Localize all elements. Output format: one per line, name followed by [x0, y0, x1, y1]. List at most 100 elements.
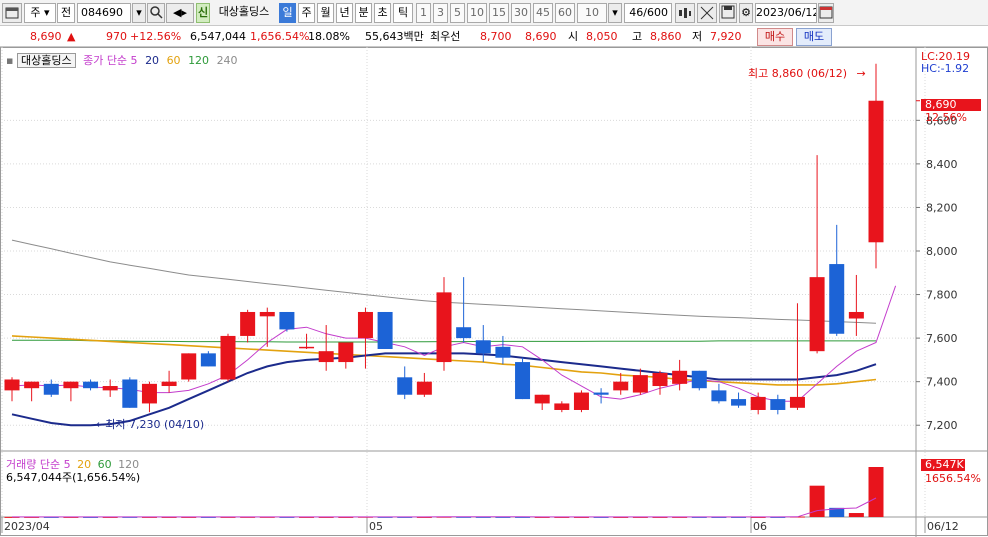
current-price: 8,690	[30, 30, 62, 43]
new-badge: 신	[196, 3, 210, 23]
period-tab-month[interactable]: 월	[317, 3, 334, 23]
period-tab-minute[interactable]: 분	[355, 3, 372, 23]
save-icon[interactable]	[719, 3, 737, 23]
search-icon[interactable]	[147, 3, 165, 23]
interval-1[interactable]: 1	[416, 3, 431, 23]
candle-body	[141, 383, 157, 404]
crosshair-icon[interactable]	[697, 3, 717, 23]
volume-bar	[868, 467, 884, 517]
legend-ma60: 60	[166, 54, 181, 67]
zoom-in-icon[interactable]	[675, 3, 695, 23]
interval-10[interactable]: 10	[467, 3, 487, 23]
candle-body	[318, 351, 334, 363]
open-label: 시	[568, 30, 579, 43]
candle-body	[161, 381, 177, 387]
candle-body	[63, 381, 79, 389]
candle-body	[711, 390, 727, 402]
candle-body	[750, 396, 766, 410]
sell-button[interactable]: 매도	[796, 28, 832, 46]
y-tick-label: 7,800	[926, 289, 958, 302]
candle-body	[43, 383, 59, 395]
candle-body	[220, 335, 236, 380]
legend-ma-label: 종가 단순 5	[83, 54, 138, 67]
volume-ratio: 1,656.54%	[250, 30, 310, 43]
legend-ma240: 240	[216, 54, 238, 67]
legend-ma20: 20	[145, 54, 160, 67]
candle-body	[868, 100, 884, 243]
x-tick-label: 06/12	[927, 520, 959, 533]
interval-3[interactable]: 3	[433, 3, 448, 23]
y-tick-label: 7,400	[926, 376, 958, 389]
volume-icon[interactable]: ◀▸	[166, 3, 194, 23]
y-tick-label: 8,000	[926, 245, 958, 258]
low-annotation: ←최저 7,230 (04/10)	[96, 416, 204, 432]
candle-body	[200, 353, 216, 367]
interval-60[interactable]: 60	[555, 3, 575, 23]
candle-body	[24, 381, 40, 389]
low-annotation-text: 최저 7,230 (04/10)	[105, 418, 205, 431]
candle-body	[279, 311, 295, 330]
interval-5[interactable]: 5	[450, 3, 465, 23]
candle-body	[691, 370, 707, 389]
period-tab-year[interactable]: 년	[336, 3, 353, 23]
current-pct-tag: 12.56%	[925, 111, 967, 124]
market-select[interactable]: 주 ▾	[24, 3, 56, 23]
prefix-select[interactable]: 전	[57, 3, 75, 23]
hc-label: HC:-1.92	[921, 62, 970, 75]
candle-body	[672, 370, 688, 384]
calendar-icon[interactable]	[818, 3, 834, 23]
candle-body	[809, 277, 825, 352]
legend-grip-icon: ▪	[6, 54, 14, 67]
candle-body	[495, 346, 511, 358]
buy-button[interactable]: 매수	[757, 28, 793, 46]
high-label: 고	[632, 30, 643, 43]
ask-price: 8,700	[480, 30, 512, 43]
candle-body	[397, 377, 413, 395]
count-select[interactable]: 10	[577, 3, 607, 23]
period-tab-week[interactable]: 주	[298, 3, 315, 23]
page-indicator: 46/600	[624, 3, 672, 23]
candle-body	[515, 362, 531, 400]
count-dropdown-button[interactable]: ▾	[608, 3, 622, 23]
open-price: 8,050	[586, 30, 618, 43]
candle-body	[554, 403, 570, 410]
price-change-pct: +12.56%	[130, 30, 182, 43]
volume-bar	[848, 513, 864, 517]
candle-body	[789, 396, 805, 408]
candle-body	[416, 381, 432, 395]
interval-45[interactable]: 45	[533, 3, 553, 23]
candle-body	[181, 353, 197, 380]
volume-value-label: 6,547,044주(1,656.54%)	[6, 471, 141, 484]
code-dropdown-button[interactable]: ▾	[132, 3, 146, 23]
turnover-rate: 18.08%	[308, 30, 350, 43]
candle-body	[613, 381, 629, 391]
stock-chart[interactable]: 7,200 7,400 7,600 7,800 8,000 8,200 8,400 8,600…	[0, 47, 988, 537]
period-tab-second[interactable]: 초	[374, 3, 391, 23]
candle-body	[573, 392, 589, 410]
y-tick-label: 7,200	[926, 419, 958, 432]
candle-body	[652, 372, 668, 387]
candle-body	[632, 375, 648, 393]
gear-icon[interactable]: ⚙	[739, 3, 753, 23]
trade-amount: 55,643백만	[365, 30, 424, 43]
date-field[interactable]: 2023/06/12	[755, 3, 817, 23]
period-tab-tick[interactable]: 틱	[393, 3, 413, 23]
candle-body	[299, 346, 315, 349]
x-tick-label: 06	[753, 520, 767, 533]
candle-body	[731, 399, 747, 406]
interval-30[interactable]: 30	[511, 3, 531, 23]
stock-code-input[interactable]: 084690	[77, 3, 131, 23]
quote-bar: 8,690 ▲ 970 +12.56% 6,547,044 1,656.54% …	[0, 27, 988, 47]
y-tick-label: 7,600	[926, 332, 958, 345]
market-label: 주	[30, 6, 41, 19]
current-price-tag: 8,690	[921, 99, 981, 111]
candle-body	[122, 379, 138, 408]
chart-menu-icon[interactable]	[2, 3, 22, 23]
candle-body	[4, 379, 20, 391]
period-tab-day[interactable]: 일	[279, 3, 296, 23]
high-annotation-text: 최고 8,860 (06/12)	[748, 67, 848, 80]
candle-body	[848, 311, 864, 319]
interval-15[interactable]: 15	[489, 3, 509, 23]
chart-canvas[interactable]: 7,2007,4007,6007,8008,0008,2008,4008,600…	[0, 47, 988, 537]
candle-body	[829, 264, 845, 334]
